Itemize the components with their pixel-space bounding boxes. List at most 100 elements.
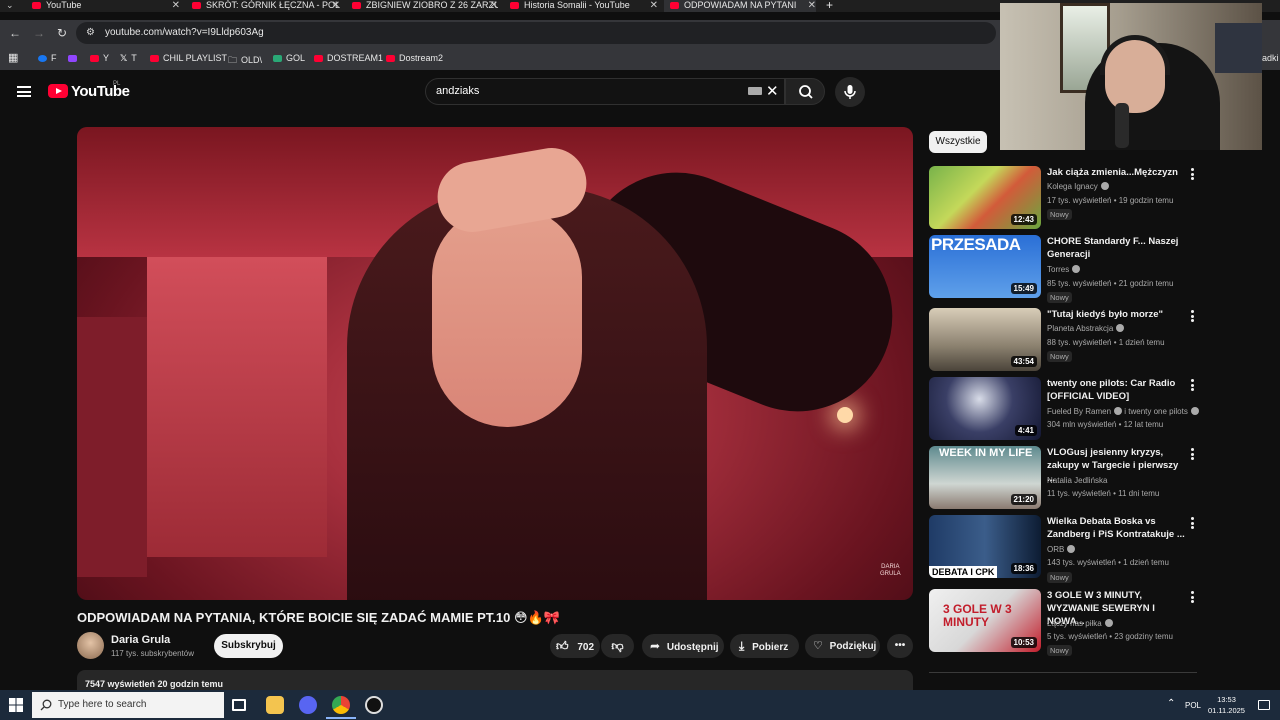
close-tab-icon[interactable]: ✕ (332, 0, 340, 11)
recommendation-meta: 85 tys. wyświetleń • 21 godzin temu (1047, 279, 1174, 288)
system-clock[interactable]: 13:53 01.11.2025 (1208, 694, 1245, 716)
close-tab-icon[interactable]: ✕ (172, 0, 180, 11)
keyboard-icon[interactable] (748, 87, 762, 95)
thumbnail-text: DEBATA I CPK (929, 566, 998, 578)
tray-chevron-up-icon[interactable]: ⌃ (1167, 698, 1175, 709)
recommendation-channel[interactable]: Torres (1047, 265, 1081, 274)
tab-title: Historia Somalii - YouTube (524, 0, 630, 10)
recommendation-item[interactable]: 3 GOLE W 3 MINUTY 10:53 3 GOLE W 3 MINUT… (929, 589, 1199, 656)
recommendation-channel[interactable]: ORB (1047, 545, 1076, 554)
url-text[interactable]: youtube.com/watch?v=I9Lldp603Ag (105, 27, 264, 38)
taskbar-search-placeholder[interactable]: Type here to search (58, 699, 146, 710)
chrome-app-icon[interactable] (332, 696, 350, 714)
task-view-icon[interactable] (232, 699, 246, 711)
bookmark-facebook[interactable]: F (38, 53, 57, 63)
recommendation-item[interactable]: 12:43 Jak ciąża zmienia...Mężczyzn Koleg… (929, 166, 1199, 230)
recommendation-title[interactable]: twenty one pilots: Car Radio [OFFICIAL V… (1047, 377, 1187, 403)
forward-arrow-icon[interactable]: → (33, 26, 45, 40)
recommendation-title[interactable]: Jak ciąża zmienia...Mężczyzn (1047, 166, 1187, 179)
youtube-logo-icon[interactable] (48, 84, 68, 98)
obs-app-icon[interactable] (365, 696, 383, 714)
clear-search-icon[interactable]: ✕ (766, 82, 779, 100)
channel-avatar[interactable] (77, 632, 104, 659)
recommendation-channel[interactable]: Planeta Abstrakcja (1047, 324, 1125, 333)
recommendation-title[interactable]: "Tutaj kiedyś było morze" (1047, 308, 1187, 321)
search-query[interactable]: andziaks (436, 85, 479, 97)
recommendation-title[interactable]: CHORE Standardy F... Naszej Generacji (1047, 235, 1187, 261)
discord-app-icon[interactable] (299, 696, 317, 714)
recommendation-meta: 304 mln wyświetleń • 12 lat temu (1047, 420, 1164, 429)
bookmark-twitch[interactable] (68, 53, 81, 63)
bookmark-chil-playlist[interactable]: CHIL PLAYLIST (150, 53, 227, 63)
recommendation-channel[interactable]: Fueled By Ramen i twenty one pilots (1047, 407, 1199, 416)
video-thumbnail[interactable]: WEEK IN MY LIFE 21:20 (929, 446, 1041, 509)
menu-icon[interactable] (17, 86, 31, 97)
recommendation-title[interactable]: Wielka Debata Boska vs Zandberg i PiS Ko… (1047, 515, 1187, 541)
search-button[interactable] (785, 78, 825, 105)
recommendation-channel[interactable]: Łączy nas piłka (1047, 619, 1113, 628)
more-vertical-icon[interactable] (1191, 517, 1194, 531)
recommendation-item[interactable]: 43:54 "Tutaj kiedyś było morze" Planeta … (929, 308, 1199, 372)
thanks-button[interactable]: ♡ Podziękuj (805, 634, 880, 658)
video-thumbnail[interactable]: 12:43 (929, 166, 1041, 229)
tab-gornik[interactable]: SKRÓT: GÓRNIK ŁĘCZNA - POL ✕ (190, 0, 340, 12)
bookmark-dostream1[interactable]: DOSTREAM1 (314, 53, 383, 63)
new-tab-button[interactable]: + (826, 0, 838, 12)
more-actions-button[interactable]: ••• (887, 634, 913, 658)
video-thumbnail[interactable]: DEBATA I CPK 18:36 (929, 515, 1041, 578)
youtube-logo-text[interactable]: YouTube (71, 83, 130, 100)
new-badge: Nowy (1047, 645, 1072, 656)
bookmark-dostream2[interactable]: Dostream2 (386, 53, 443, 63)
video-thumbnail[interactable]: 43:54 (929, 308, 1041, 371)
subscribe-button[interactable]: Subskrybuj (214, 634, 283, 658)
download-button[interactable]: ⤓ Pobierz (730, 634, 799, 658)
verified-icon (1072, 265, 1081, 273)
video-thumbnail[interactable]: PRZESADA 15:49 (929, 235, 1041, 298)
reload-icon[interactable]: ↻ (57, 26, 67, 40)
close-tab-icon[interactable]: ✕ (808, 0, 816, 11)
language-indicator[interactable]: POL (1185, 701, 1201, 710)
windows-start-icon[interactable] (9, 698, 23, 712)
filter-chip-all[interactable]: Wszystkie (929, 131, 987, 153)
bookmark-x[interactable]: 𝕏T (120, 53, 137, 64)
bookmark-youtube[interactable]: Y (90, 53, 109, 63)
video-player[interactable] (77, 127, 913, 600)
more-vertical-icon[interactable] (1191, 379, 1194, 393)
new-badge: Nowy (1047, 351, 1072, 362)
close-tab-icon[interactable]: ✕ (490, 0, 498, 11)
recommendation-item[interactable]: WEEK IN MY LIFE 21:20 VLOGusj jesienny k… (929, 446, 1199, 510)
back-arrow-icon[interactable]: ← (9, 26, 21, 40)
tab-youtube[interactable]: YouTube ✕ (30, 0, 180, 12)
site-info-icon[interactable]: ⚙ (86, 27, 95, 38)
recommendation-item[interactable]: 4:41 twenty one pilots: Car Radio [OFFIC… (929, 377, 1199, 441)
apps-grid-icon[interactable]: ▦ (8, 51, 18, 64)
notification-icon[interactable] (1258, 700, 1270, 710)
file-explorer-icon[interactable] (266, 696, 284, 714)
more-vertical-icon[interactable] (1191, 168, 1194, 182)
bookmark-folder-old[interactable]: 🗀 OLD\ (228, 53, 262, 69)
chrome-active-indicator (326, 717, 356, 719)
verified-icon (1104, 619, 1113, 627)
thumbs-up-icon: 👍︎ (556, 639, 569, 653)
recommendation-channel[interactable]: Kolega Ignacy (1047, 182, 1109, 191)
dislike-button[interactable]: 👎︎ (601, 634, 634, 658)
recommendation-item[interactable]: PRZESADA 15:49 CHORE Standardy F... Nasz… (929, 235, 1199, 303)
tab-ziobro[interactable]: ZBIGNIEW ZIOBRO Z 26 ZARZU ✕ (350, 0, 498, 12)
like-button[interactable]: 👍︎ 702 (550, 634, 600, 658)
tab-search-dropdown[interactable]: ⌄ (6, 0, 20, 12)
channel-name[interactable]: Daria Grula (111, 634, 170, 646)
recommendation-item[interactable]: DEBATA I CPK 18:36 Wielka Debata Boska v… (929, 515, 1199, 583)
recommendation-channel[interactable]: Natalia Jedlińska (1047, 476, 1107, 485)
bookmark-overflow-text[interactable]: adki (1262, 53, 1279, 63)
tab-active-video[interactable]: ODPOWIADAM NA PYTANI ✕ (664, 0, 816, 12)
more-vertical-icon[interactable] (1191, 591, 1194, 605)
bookmark-gol[interactable]: GOL (273, 53, 305, 63)
more-vertical-icon[interactable] (1191, 448, 1194, 462)
more-vertical-icon[interactable] (1191, 310, 1194, 324)
video-thumbnail[interactable]: 4:41 (929, 377, 1041, 440)
voice-search-button[interactable] (835, 77, 865, 107)
close-tab-icon[interactable]: ✕ (650, 0, 658, 11)
share-button[interactable]: ➦ Udostępnij (642, 634, 724, 658)
video-thumbnail[interactable]: 3 GOLE W 3 MINUTY 10:53 (929, 589, 1041, 652)
tab-somalia[interactable]: Historia Somalii - YouTube ✕ (508, 0, 658, 12)
